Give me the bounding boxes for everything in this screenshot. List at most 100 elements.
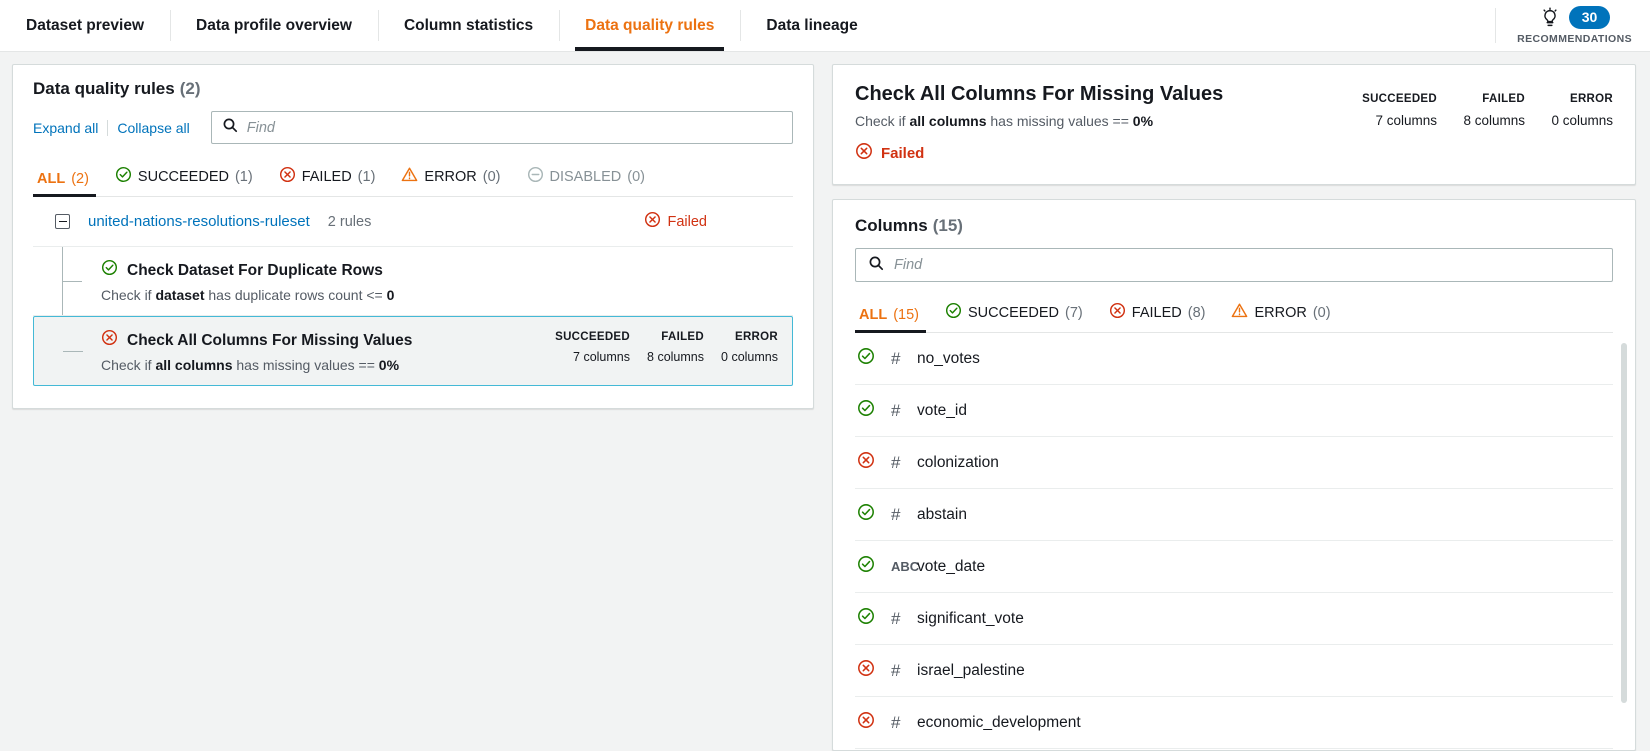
column-name: israel_palestine	[917, 661, 1025, 679]
rule-desc-pre: Check if	[101, 357, 156, 374]
ruleset-rules-count: 2 rules	[327, 213, 372, 230]
column-row[interactable]: ABC vote_date	[855, 541, 1613, 593]
detail-stats: SUCCEEDED 7 columns FAILED 8 columns ERROR 0 …	[1349, 83, 1613, 128]
filter-tab-all[interactable]: ALL (2)	[33, 165, 102, 197]
rule-stat: SUCCEEDED 7 columns	[555, 331, 630, 364]
filter-tab-count: (0)	[627, 168, 645, 185]
rules-panel-title: Data quality rules (2)	[33, 79, 793, 99]
rule-desc-threshold: 0	[386, 287, 395, 304]
rule-desc-threshold: 0%	[378, 357, 400, 374]
column-row[interactable]: # abstain	[855, 489, 1613, 541]
rule-desc-mid: has missing values ==	[232, 357, 379, 374]
ruleset-row[interactable]: united-nations-resolutions-ruleset 2 rul…	[33, 197, 793, 247]
rules-tree: Check Dataset For Duplicate Rows Check if…	[33, 247, 793, 387]
filter-tab-all[interactable]: ALL (15)	[855, 301, 932, 333]
rule-detail-card: Check All Columns For Missing Values Che…	[832, 64, 1636, 185]
rules-search-input[interactable]: Find	[210, 111, 793, 144]
filter-tab-label: ERROR	[424, 168, 477, 185]
recommendations-button[interactable]: 30 RECOMMENDATIONS	[1495, 0, 1650, 51]
top-tab-bar: Dataset preview Data profile overview Colu…	[0, 0, 1650, 52]
detail-desc-target: all columns	[909, 113, 987, 129]
rule-row[interactable]: Check All Columns For Missing Values Chec…	[33, 316, 793, 387]
lightbulb-icon	[1539, 7, 1561, 29]
filter-tab-count: (15)	[893, 307, 919, 323]
filter-tab-count: (8)	[1187, 304, 1206, 321]
filter-tab-count: (1)	[357, 168, 376, 185]
check-circle-icon	[857, 555, 875, 578]
filter-tab-succeeded[interactable]: SUCCEEDED (1)	[102, 160, 266, 196]
numeric-type-icon: #	[891, 712, 901, 732]
rule-stat: FAILED 8 columns	[630, 331, 704, 364]
numeric-type-icon: #	[891, 608, 901, 628]
collapse-toggle-icon[interactable]	[55, 214, 70, 229]
detail-stat-value: 8 columns	[1463, 113, 1525, 128]
filter-tab-succeeded[interactable]: SUCCEEDED (7)	[932, 296, 1096, 332]
error-circle-icon	[644, 211, 661, 232]
error-circle-icon	[857, 451, 875, 474]
rule-desc-pre: Check if	[101, 287, 156, 304]
column-row[interactable]: # no_votes	[855, 333, 1613, 385]
rule-stat-label: FAILED	[661, 331, 704, 344]
columns-filter-tabs: ALL (15) SUCCEEDED (7) FAILED (8) ERROR (0)	[855, 296, 1613, 333]
recommendations-row: 30	[1539, 6, 1611, 29]
column-row[interactable]: # economic_development	[855, 697, 1613, 749]
column-row[interactable]: # colonization	[855, 437, 1613, 489]
rule-main: Check Dataset For Duplicate Rows Check if…	[101, 259, 779, 303]
column-row[interactable]: # israel_palestine	[855, 645, 1613, 697]
rule-stat-label: ERROR	[734, 331, 778, 344]
filter-tab-error[interactable]: ERROR (0)	[1218, 296, 1343, 332]
tab-column-statistics[interactable]: Column statistics	[377, 0, 559, 51]
filter-tab-failed[interactable]: FAILED (1)	[266, 160, 389, 196]
detail-stat-label: FAILED	[1482, 93, 1525, 105]
columns-title-text: Columns	[855, 216, 928, 235]
search-icon	[222, 117, 238, 138]
numeric-type-icon: #	[891, 400, 901, 420]
error-circle-icon	[855, 142, 873, 164]
filter-tab-error[interactable]: ERROR (0)	[388, 160, 513, 196]
filter-tab-count: (7)	[1065, 304, 1083, 321]
warning-triangle-icon	[401, 166, 418, 187]
numeric-type-icon: #	[891, 504, 901, 524]
rule-row[interactable]: Check Dataset For Duplicate Rows Check if…	[33, 247, 793, 317]
filter-tab-failed[interactable]: FAILED (8)	[1096, 296, 1219, 332]
columns-scrollbar-thumb[interactable]	[1621, 343, 1627, 703]
detail-stat-value: 0 columns	[1551, 113, 1613, 128]
column-name: economic_development	[917, 713, 1081, 731]
ruleset-status-text: Failed	[667, 213, 708, 230]
recommendations-label: RECOMMENDATIONS	[1517, 32, 1632, 45]
rule-stat: ERROR 0 columns	[704, 331, 778, 364]
warning-triangle-icon	[1231, 302, 1248, 323]
string-type-icon: ABC	[891, 559, 920, 574]
rule-description: Check if dataset has duplicate rows coun…	[101, 287, 779, 303]
columns-search-input[interactable]: Find	[855, 248, 1613, 282]
tab-data-lineage[interactable]: Data lineage	[740, 0, 883, 51]
filter-tab-label: SUCCEEDED	[967, 304, 1060, 321]
rule-title: Check Dataset For Duplicate Rows	[101, 259, 779, 282]
detail-title: Check All Columns For Missing Values	[855, 83, 1224, 105]
collapse-all-link[interactable]: Collapse all	[107, 119, 198, 136]
columns-list: # no_votes # vote_id # colonization # abstain AB…	[833, 333, 1635, 750]
detail-desc-mid: has missing values ==	[986, 113, 1133, 129]
tab-dataset-preview[interactable]: Dataset preview	[0, 0, 170, 51]
detail-desc-threshold: 0%	[1132, 113, 1154, 129]
tab-data-quality-rules[interactable]: Data quality rules	[559, 0, 740, 51]
detail-stat: ERROR 0 columns	[1525, 93, 1613, 128]
rule-title: Check All Columns For Missing Values	[101, 329, 555, 352]
filter-tab-label: ERROR	[1254, 304, 1307, 321]
columns-scrollbar[interactable]	[1621, 343, 1627, 750]
ruleset-name-link[interactable]: united-nations-resolutions-ruleset	[88, 213, 310, 230]
detail-status-badge: Failed	[855, 142, 1349, 164]
filter-tab-label: SUCCEEDED	[137, 168, 229, 185]
filter-tab-disabled[interactable]: DISABLED (0)	[514, 160, 658, 196]
expand-all-link[interactable]: Expand all	[33, 120, 107, 136]
numeric-type-icon: #	[891, 660, 901, 680]
page-body: Data quality rules (2) Expand all Collaps…	[0, 52, 1650, 751]
column-row[interactable]: # vote_id	[855, 385, 1613, 437]
rule-desc-target: dataset	[155, 287, 205, 304]
rules-filter-tabs: ALL (2) SUCCEEDED (1) FAILED (1) ERROR (0) DISAB…	[33, 160, 793, 197]
check-circle-icon	[857, 503, 875, 526]
column-row[interactable]: # significant_vote	[855, 593, 1613, 645]
tab-data-profile-overview[interactable]: Data profile overview	[170, 0, 378, 51]
rules-search-placeholder: Find	[246, 119, 275, 136]
rule-description: Check if all columns has missing values …	[101, 357, 555, 373]
